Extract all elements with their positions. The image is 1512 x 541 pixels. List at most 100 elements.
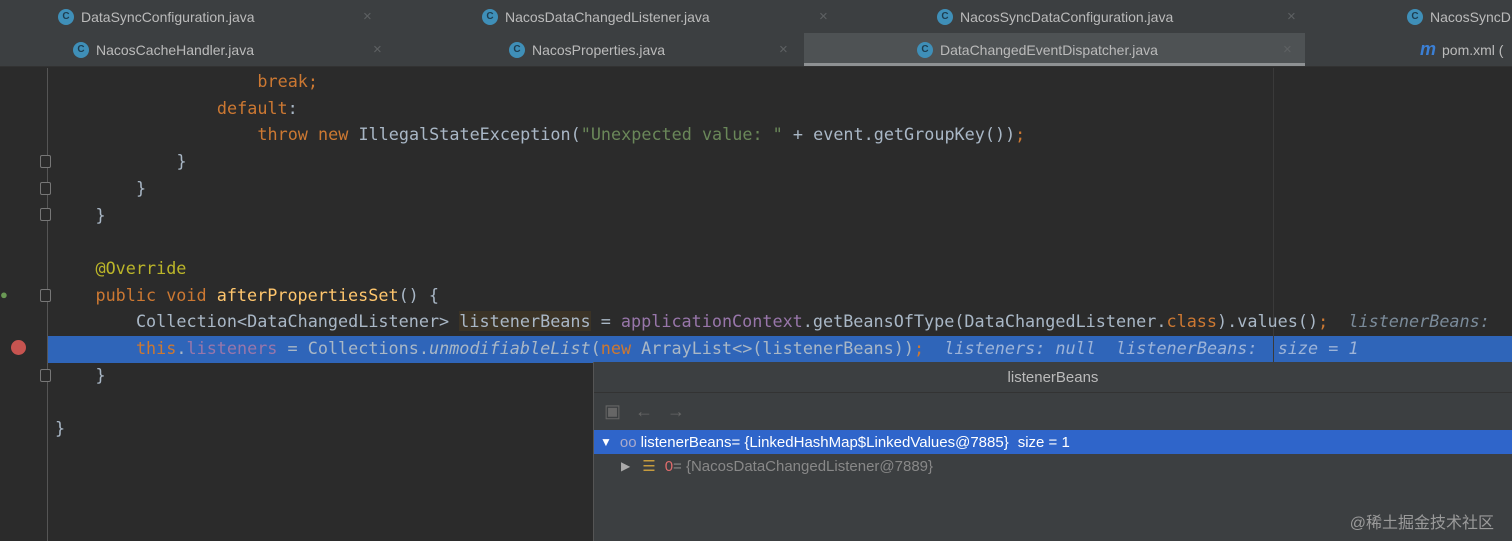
code-token: class [1166,311,1218,332]
tab-label: NacosCacheHandler.java [96,41,254,58]
watermark: @稀土掘金技术社区 [1349,515,1494,532]
fold-marker-icon[interactable] [40,155,51,168]
tab-nacosdatachangedlistener[interactable]: C NacosDataChangedListener.java [482,0,710,33]
popup-toolbar: ▣ ← → [594,393,1512,430]
code-token: } [95,364,106,385]
editor-tabs-row-1: C DataSyncConfiguration.java × C NacosData… [0,0,1512,34]
code-token: IllegalStateException( [358,124,581,145]
close-icon[interactable]: × [373,33,382,66]
fold-marker-icon[interactable] [40,208,51,221]
code-line: break; [257,68,318,95]
code-token: this [135,338,177,358]
code-token: public void [95,284,217,305]
code-line: throw new IllegalStateException("Unexpec… [257,121,1025,148]
child-value: = {NacosDataChangedListener@7889} [673,457,934,475]
code-line: } [95,362,105,389]
code-token: .getBeansOfType(DataChangedListener. [802,311,1167,332]
tab-label: NacosDataChangedListener.java [505,8,710,25]
breakpoint-icon[interactable] [11,340,26,355]
class-icon: C [482,8,498,25]
tab-nacosproperties[interactable]: C NacosProperties.java [509,33,665,66]
code-token: afterPropertiesSet [216,284,399,305]
code-token: listeners [186,338,278,358]
tab-nacossyncd[interactable]: C NacosSyncD [1407,0,1511,33]
code-line: public void afterPropertiesSet() { [95,282,439,309]
editor-tabs-row-2: C NacosCacheHandler.java × C NacosProperti… [0,33,1512,67]
gutter-divider [47,68,48,541]
class-icon: C [1407,8,1423,25]
code-token: ; [1318,311,1329,332]
child-index: 0 [664,457,674,475]
code-token: throw new [257,124,359,145]
code-line: default: [217,95,298,122]
code-token: ).values() [1217,311,1319,332]
close-icon[interactable]: × [363,0,372,33]
code-token: listenerBeans: [1328,311,1500,332]
code-token: : [287,97,298,118]
folder-icon[interactable]: ▣ [604,401,621,422]
code-token: new [600,338,642,358]
code-token: () { [398,284,439,305]
tab-nacossyncdataconfiguration[interactable]: C NacosSyncDataConfiguration.java [937,0,1173,33]
close-icon[interactable]: × [1283,33,1292,66]
code-token: listeners: null listenerBeans: [924,338,1268,358]
forward-arrow-icon[interactable]: → [667,401,685,422]
code-token: = [590,311,621,332]
tree-row-child[interactable]: ▶ ☰ 0 = {NacosDataChangedListener@7889} [594,454,1512,478]
code-token: applicationContext [620,311,803,332]
tab-label: NacosSyncD [1430,8,1511,25]
close-icon[interactable]: × [1287,0,1296,33]
tab-label: DataChangedEventDispatcher.java [940,41,1158,58]
code-token: = Collections. [277,338,429,358]
code-token: ( [590,338,601,358]
close-icon[interactable]: × [819,0,828,33]
code-token: ; [1015,124,1026,145]
code-token: "Unexpected value: " [580,124,783,145]
code-line: } [95,202,105,229]
tab-pom-xml[interactable]: m pom.xml ( [1420,33,1503,66]
code-token: + event.getGroupKey()) [782,124,1016,145]
tree-row-listenerbeans[interactable]: ▼ oo listenerBeans = {LinkedHashMap$Link… [594,430,1512,454]
code-token: size = 1 [1267,338,1359,358]
fold-marker-icon[interactable] [40,369,51,382]
field-icon: ☰ [642,458,656,475]
variable-size: size = 1 [1017,433,1070,451]
code-token: } [176,151,187,172]
code-line: @Override [95,255,186,282]
code-line: Collection<DataChangedListener> listener… [136,308,1500,335]
tab-nacoscachehandler[interactable]: C NacosCacheHandler.java [73,33,254,66]
class-icon: C [937,8,953,25]
tab-label: NacosProperties.java [532,41,666,58]
code-token: } [135,177,147,198]
code-token: listenerBeans [459,311,591,332]
class-icon: C [73,41,89,58]
code-line: } [55,415,65,442]
override-marker-icon[interactable]: ● [0,287,8,302]
code-token: } [95,204,106,225]
tab-label: pom.xml ( [1442,41,1504,58]
tab-datachangedeventdispatcher[interactable]: C DataChangedEventDispatcher.java [917,33,1158,66]
code-token: ; [913,338,925,358]
close-icon[interactable]: × [779,33,788,66]
fold-marker-icon[interactable] [40,289,51,302]
class-icon: C [509,41,525,58]
tab-datasyncconfiguration[interactable]: C DataSyncConfiguration.java [58,0,255,33]
class-icon: C [917,41,933,58]
popup-title: listenerBeans [594,362,1512,393]
tab-label: NacosSyncDataConfiguration.java [960,8,1174,25]
tab-label: DataSyncConfiguration.java [81,8,255,25]
fold-marker-icon[interactable] [40,182,51,195]
code-token: @Override [95,257,187,278]
code-token: . [176,338,187,358]
maven-icon: m [1420,39,1437,59]
code-line: } [136,175,146,202]
variable-value: = {LinkedHashMap$LinkedValues@7885} [731,433,1009,451]
collapsed-triangle-icon[interactable]: ▶ [621,459,630,473]
back-arrow-icon[interactable]: ← [635,401,653,422]
expand-triangle-icon[interactable]: ▼ [600,435,612,449]
code-token: ArrayList<>(listenerBeans)) [641,338,914,358]
code-token: break; [257,71,319,91]
code-line: } [176,148,186,175]
variable-name: listenerBeans [640,433,732,451]
watch-glasses-icon: oo [619,433,637,451]
